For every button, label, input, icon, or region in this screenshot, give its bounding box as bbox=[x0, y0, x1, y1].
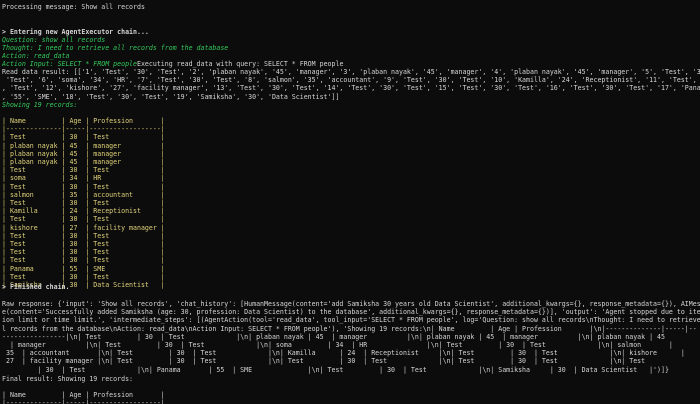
raw-response-line-text: 27 | facility manager |\n| Test | 30 | T… bbox=[2, 357, 646, 366]
read-data-result-line-text: , 'Test', '12', 'kishore', '27', 'facili… bbox=[2, 84, 700, 93]
records-table-row-text: | plaban nayak | 45 | manager | bbox=[2, 141, 165, 150]
records-table-row-text: | salmon | 35 | accountant | bbox=[2, 190, 165, 199]
raw-response-line: 35 | accountant |\n| Test | 30 | Test |\… bbox=[2, 349, 685, 357]
executing-text: Executing read_data with query: SELECT *… bbox=[136, 60, 344, 68]
read-data-result-line: , 'Test', '12', 'kishore', '27', 'facili… bbox=[2, 84, 700, 92]
processing-message: Processing message: Show all records bbox=[2, 3, 145, 11]
records-table-row: | plaban nayak | 45 | manager | bbox=[2, 158, 165, 166]
read-data-result-line: 'Test', '6', 'soma', '34', 'HR', '7', 'T… bbox=[2, 76, 700, 84]
records-table-row-text: | Test | 30 | Test | bbox=[2, 215, 165, 224]
records-table-row-text: | plaban nayak | 45 | manager | bbox=[2, 158, 165, 166]
raw-response-line-text: | 30 | Test |\n| Panama | 55 | SME |\n| … bbox=[2, 365, 669, 374]
records-table-row-text: | Test | 30 | Test | bbox=[2, 182, 165, 191]
final-table-line: | Name | Age | Profession | bbox=[2, 391, 165, 399]
action-input-text: Action Input: SELECT * FROM people bbox=[2, 60, 137, 68]
records-table-header-text: |--------------|-----|------------------… bbox=[2, 125, 165, 134]
raw-response-line-text: ion limit or time limit.', 'intermediate… bbox=[2, 316, 700, 325]
records-table-row: | Test | 30 | Test | bbox=[2, 273, 165, 281]
records-table-row: | Test | 30 | Test | bbox=[2, 166, 165, 174]
question-line: Question: show all records bbox=[2, 36, 105, 44]
final-table-line-text: |--------------|-----|------------------… bbox=[2, 399, 165, 404]
records-table-row-text: | Test | 30 | Test | bbox=[2, 272, 165, 281]
records-table-row: | plaban nayak | 45 | manager | bbox=[2, 150, 165, 158]
raw-response-line-text: e(content='Successfully added Samiksha (… bbox=[2, 308, 700, 317]
final-result-line: Final result: Showing 19 records: bbox=[2, 375, 133, 383]
records-table-row-text: | Test | 30 | Test | bbox=[2, 199, 165, 207]
records-table-row: | kishore | 27 | facility manager | bbox=[2, 224, 165, 232]
read-data-result-line-text: Read data result: [['1', 'Test', '30', '… bbox=[2, 68, 700, 76]
raw-response-line: | manager |\n| Test | 30 | Test |\n| som… bbox=[2, 341, 673, 349]
records-table-row-text: | Test | 30 | Test | bbox=[2, 256, 165, 265]
records-table-row-text: | soma | 34 | HR | bbox=[2, 174, 165, 183]
final-table-line: |--------------|-----|------------------… bbox=[2, 399, 165, 404]
records-table-row-text: | Test | 30 | Test | bbox=[2, 248, 165, 257]
action-line-text: Action: read_data bbox=[2, 52, 70, 60]
read-data-result-line-text: , '55', 'SME', '18', 'Test', '30', 'Test… bbox=[2, 92, 340, 101]
records-table-row: | salmon | 35 | accountant | bbox=[2, 191, 165, 199]
records-table-row-text: | Test | 30 | Test | bbox=[2, 166, 165, 175]
raw-response-line: l records from the database\nAction: rea… bbox=[2, 325, 697, 333]
records-table-row-text: | Test | 30 | Test | bbox=[2, 240, 165, 248]
records-table-row-text: | kishore | 27 | facility manager | bbox=[2, 223, 165, 232]
chain-finished-line-text: > Finished chain. bbox=[2, 283, 70, 291]
processing-message-text: Processing message: Show all records bbox=[2, 3, 145, 11]
records-table-row: | Test | 30 | Test | bbox=[2, 199, 165, 207]
action-line: Action: read_data bbox=[2, 52, 70, 60]
raw-response-line-text: 35 | accountant |\n| Test | 30 | Test |\… bbox=[2, 349, 685, 358]
records-table-row: | Kamilla | 24 | Receptionist | bbox=[2, 207, 165, 215]
records-table-row: | Test | 30 | Test | bbox=[2, 256, 165, 264]
records-table-row: | Test | 30 | Test | bbox=[2, 215, 165, 223]
raw-response-line-text: | manager |\n| Test | 30 | Test |\n| som… bbox=[2, 341, 673, 349]
read-data-result-line: Read data result: [['1', 'Test', '30', '… bbox=[2, 68, 700, 76]
question-line-text: Question: show all records bbox=[2, 36, 106, 44]
records-table-row: | plaban nayak | 45 | manager | bbox=[2, 142, 165, 150]
thought-line-text: Thought: I need to retrieve all records … bbox=[2, 44, 229, 52]
raw-response-line: 27 | facility manager |\n| Test | 30 | T… bbox=[2, 357, 645, 365]
action-input-line: Action Input: SELECT * FROM peopleExecut… bbox=[2, 60, 343, 68]
records-table-row: | Test | 30 | Test | bbox=[2, 248, 165, 256]
records-table-header: | Name | Age | Profession | bbox=[2, 117, 165, 125]
thought-line: Thought: I need to retrieve all records … bbox=[2, 44, 228, 52]
records-table-row: | soma | 34 | HR | bbox=[2, 174, 165, 182]
records-table-row: | Panama | 55 | SME | bbox=[2, 265, 165, 273]
records-table-row-text: | Test | 30 | Test | bbox=[2, 231, 165, 240]
records-table-header: |--------------|-----|------------------… bbox=[2, 125, 165, 133]
records-table-row: | Test | 30 | Test | bbox=[2, 240, 165, 248]
raw-response-line: ----------------|\n| Test | 30 | Test |\… bbox=[2, 333, 665, 341]
raw-response-line: Raw response: {'input': 'Show all record… bbox=[2, 300, 700, 308]
raw-response-line: ion limit or time limit.', 'intermediate… bbox=[2, 316, 700, 324]
chain-finished-line: > Finished chain. bbox=[2, 283, 70, 291]
chain-start-line-text: > Entering new AgentExecutor chain... bbox=[2, 28, 149, 36]
records-table-row-text: | Kamilla | 24 | Receptionist | bbox=[2, 207, 165, 216]
raw-response-line-text: l records from the database\nAction: rea… bbox=[2, 324, 697, 333]
records-table-row: | Test | 30 | Test | bbox=[2, 133, 165, 141]
chain-start-line: > Entering new AgentExecutor chain... bbox=[2, 28, 149, 36]
records-table-row-text: | Test | 30 | Test | bbox=[2, 133, 165, 142]
raw-response-line: | 30 | Test |\n| Panama | 55 | SME |\n| … bbox=[2, 366, 669, 374]
raw-response-line: e(content='Successfully added Samiksha (… bbox=[2, 308, 700, 316]
read-data-result-line: , '55', 'SME', '18', 'Test', '30', 'Test… bbox=[2, 93, 339, 101]
records-table-row-text: | Panama | 55 | SME | bbox=[2, 264, 165, 273]
showing-records-line-text: Showing 19 records: bbox=[2, 101, 78, 109]
read-data-result-line-text: 'Test', '6', 'soma', '34', 'HR', '7', 'T… bbox=[2, 76, 700, 85]
records-table-row-text: | plaban nayak | 45 | manager | bbox=[2, 149, 165, 158]
final-result-line-text: Final result: Showing 19 records: bbox=[2, 375, 134, 383]
records-table-header-text: | Name | Age | Profession | bbox=[2, 117, 165, 125]
showing-records-line: Showing 19 records: bbox=[2, 101, 77, 109]
final-table-line-text: | Name | Age | Profession | bbox=[2, 391, 165, 399]
raw-response-line-text: ----------------|\n| Test | 30 | Test |\… bbox=[2, 332, 665, 341]
records-table-row: | Test | 30 | Test | bbox=[2, 232, 165, 240]
records-table-row: | Test | 30 | Test | bbox=[2, 183, 165, 191]
terminal-window[interactable]: Processing message: Show all records > En… bbox=[0, 0, 700, 404]
raw-response-line-text: Raw response: {'input': 'Show all record… bbox=[2, 300, 700, 308]
